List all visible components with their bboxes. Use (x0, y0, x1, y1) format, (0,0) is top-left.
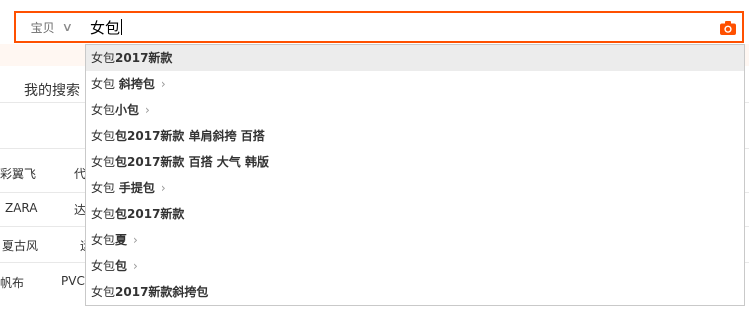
filter-option[interactable]: 帆布 (0, 274, 24, 291)
search-bar: 宝贝 ∨ 女包 (14, 11, 744, 43)
search-scope-select[interactable]: 宝贝 ∨ (16, 13, 86, 41)
filter-option[interactable]: ZARA (5, 201, 38, 215)
search-scope-label: 宝贝 (30, 20, 55, 35)
text-caret (121, 19, 123, 35)
filter-option[interactable]: 夏古风 (2, 237, 38, 254)
camera-icon[interactable] (720, 20, 736, 35)
suggestion-item[interactable]: 女包 斜挎包 › (86, 71, 744, 97)
chevron-down-icon: ∨ (61, 20, 73, 34)
filter-option[interactable]: PVC (61, 274, 85, 288)
suggestion-item[interactable]: 女包2017新款斜挎包 (86, 279, 744, 305)
chevron-right-icon[interactable]: › (145, 103, 150, 117)
search-input[interactable]: 女包 (90, 13, 710, 41)
suggestion-dropdown: 女包2017新款 女包 斜挎包 › 女包小包 › 女包包2017新款 单肩斜挎 百搭… (85, 44, 745, 306)
search-query: 女包 (90, 18, 121, 37)
suggestion-item[interactable]: 女包 手提包 › (86, 175, 744, 201)
suggestion-item[interactable]: 女包包2017新款 (86, 201, 744, 227)
suggestion-item[interactable]: 女包夏 › (86, 227, 744, 253)
chevron-right-icon[interactable]: › (161, 77, 166, 91)
chevron-right-icon[interactable]: › (133, 233, 138, 247)
suggestion-item[interactable]: 女包包2017新款 百搭 大气 韩版 (86, 149, 744, 175)
chevron-right-icon[interactable]: › (161, 181, 166, 195)
suggestion-item[interactable]: 女包包2017新款 单肩斜挎 百搭 (86, 123, 744, 149)
chevron-right-icon[interactable]: › (133, 259, 138, 273)
suggestion-item[interactable]: 女包小包 › (86, 97, 744, 123)
suggestion-item[interactable]: 女包2017新款 (86, 45, 744, 71)
my-search-tab[interactable]: 我的搜索 (24, 80, 80, 100)
filter-option[interactable]: 彩翼飞 (0, 165, 36, 182)
suggestion-item[interactable]: 女包包 › (86, 253, 744, 279)
